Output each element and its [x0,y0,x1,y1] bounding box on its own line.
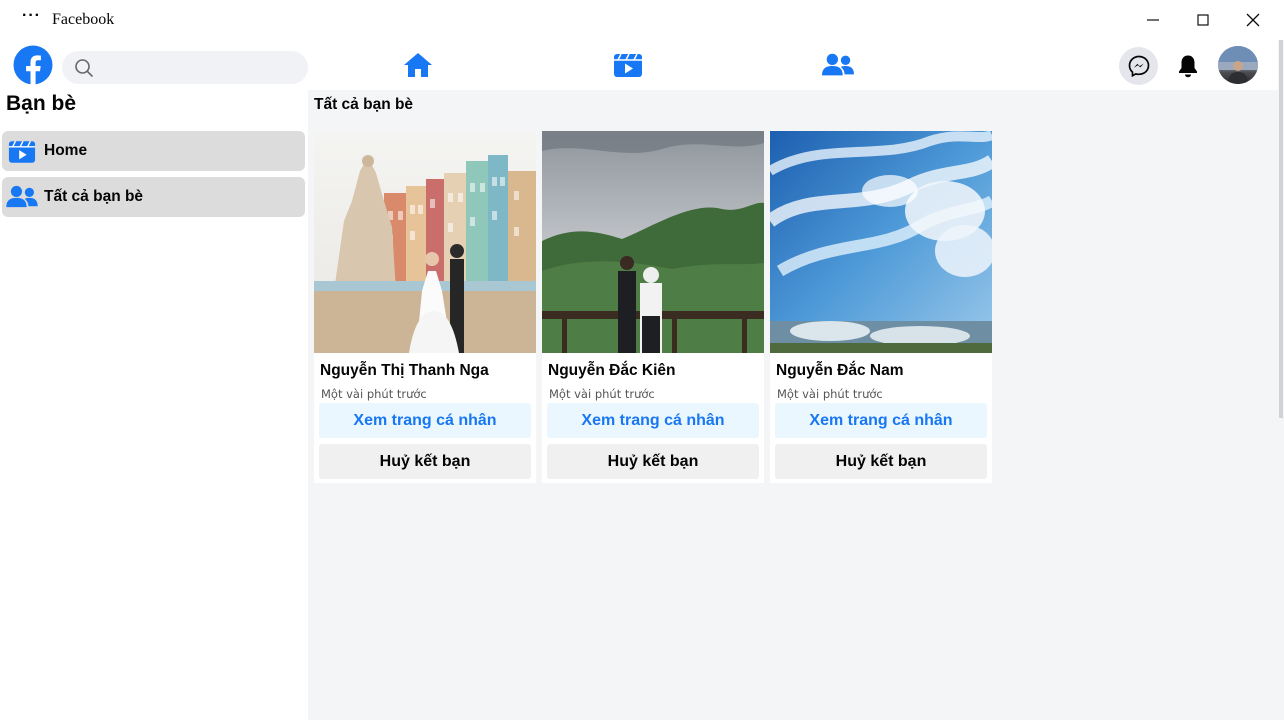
unfriend-button[interactable]: Huỷ kết bạn [319,444,531,479]
unfriend-button[interactable]: Huỷ kết bạn [547,444,759,479]
friend-name[interactable]: Nguyễn Đắc Nam [776,362,903,380]
top-navbar [0,40,1278,90]
notifications-button[interactable] [1174,52,1202,80]
facebook-logo-icon[interactable] [13,45,53,85]
sidebar: Bạn bè Home Tất cả bạn bè [0,90,308,720]
search-box[interactable] [62,51,308,84]
friend-name[interactable]: Nguyễn Thị Thanh Nga [320,362,489,380]
home-icon [404,53,432,77]
friend-card: Nguyễn Thị Thanh Nga Một vài phút trước … [314,131,536,483]
search-icon [75,59,93,77]
nav-home-tab[interactable] [402,50,434,80]
window-menu-button[interactable]: ··· [22,8,42,30]
friend-card: Nguyễn Đắc Kiên Một vài phút trước Xem t… [542,131,764,483]
friend-time: Một vài phút trước [549,387,655,401]
sidebar-item-label: Tất cả bạn bè [44,188,144,205]
page-title: Tất cả bạn bè [314,96,414,113]
nav-video-tab[interactable] [612,50,644,80]
bell-icon [1179,55,1197,78]
friend-card: Nguyễn Đắc Nam Một vài phút trước Xem tr… [770,131,992,483]
window-titlebar: ··· Facebook [0,0,1284,40]
sidebar-item-all-friends[interactable]: Tất cả bạn bè [2,177,305,217]
user-photo-icon [1218,46,1258,84]
unfriend-button[interactable]: Huỷ kết bạn [775,444,987,479]
friend-time: Một vài phút trước [777,387,883,401]
main-content: Tất cả bạn bè Nguyễn Thị Thanh Nga Một v… [308,90,1278,720]
friend-time: Một vài phút trước [321,387,427,401]
messenger-icon [1128,55,1149,77]
video-icon [614,53,642,77]
maximize-button[interactable] [1178,0,1228,40]
close-button[interactable] [1228,0,1278,40]
friends-icon [822,53,854,76]
friend-name[interactable]: Nguyễn Đắc Kiên [548,362,675,380]
sky-painting-icon [770,131,992,353]
avatar[interactable] [1218,46,1258,84]
minimize-icon [1147,19,1159,21]
view-profile-button[interactable]: Xem trang cá nhân [547,403,759,438]
video-icon [8,140,36,163]
sidebar-item-home[interactable]: Home [2,131,305,171]
wedding-photo-icon [314,131,536,353]
minimize-button[interactable] [1128,0,1178,40]
friend-photo[interactable] [542,131,764,353]
messenger-button[interactable] [1119,47,1158,85]
view-profile-button[interactable]: Xem trang cá nhân [775,403,987,438]
sidebar-item-label: Home [44,142,88,159]
sidebar-title: Bạn bè [6,92,77,115]
window-title: Facebook [52,11,115,28]
search-input[interactable] [104,51,300,84]
friend-photo[interactable] [770,131,992,353]
friend-photo[interactable] [314,131,536,353]
view-profile-button[interactable]: Xem trang cá nhân [319,403,531,438]
close-icon [1246,13,1260,27]
friends-icon [6,185,38,208]
maximize-icon [1197,14,1209,26]
scrollbar-thumb[interactable] [1279,40,1283,418]
nav-friends-tab[interactable] [822,50,854,80]
landscape-photo-icon [542,131,764,353]
